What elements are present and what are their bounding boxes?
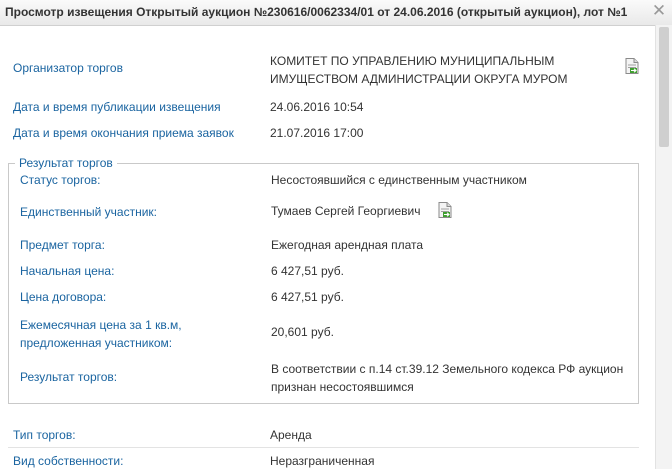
vertical-scrollbar[interactable] [655,25,672,469]
ownership-label: Вид собственности: [13,454,124,468]
scrollbar-thumb[interactable] [659,27,669,147]
notice-content: Организатор торгов КОМИТЕТ ПО УПРАВЛЕНИЮ… [0,25,655,469]
organizer-value-line2: ИМУЩЕСТВОМ АДМИНИСТРАЦИИ ОКРУГА МУРОМ [270,72,568,86]
deadline-label: Дата и время окончания приема заявок [13,126,234,140]
participant-value: Тумаев Сергей Георгиевич [271,204,421,218]
monthly-price-value: 20,601 руб. [271,325,334,339]
result-label: Результат торгов: [20,370,118,384]
deadline-value: 21.07.2016 17:00 [270,126,364,140]
auction-type-label: Тип торгов: [13,428,76,442]
auction-type-value: Аренда [270,428,312,442]
result-value: В соответствии с п.14 ст.39.12 Земельног… [271,360,623,396]
subject-value: Ежегодная арендная плата [271,238,424,252]
row-separator [8,447,639,448]
publication-label: Дата и время публикации извещения [13,100,221,114]
window-titlebar: Просмотр извещения Открытый аукцион №230… [0,0,672,26]
window-title: Просмотр извещения Открытый аукцион №230… [5,5,628,19]
organizer-label: Организатор торгов [13,61,123,75]
organizer-value-line1: КОМИТЕТ ПО УПРАВЛЕНИЮ МУНИЦИПАЛЬНЫМ [270,54,555,68]
initial-price-label: Начальная цена: [20,264,115,278]
organizer-value: КОМИТЕТ ПО УПРАВЛЕНИЮ МУНИЦИПАЛЬНЫМ ИМУЩ… [270,52,567,88]
status-label: Статус торгов: [20,173,101,187]
monthly-price-label-line1: Ежемесячная цена за 1 кв.м, [20,318,182,332]
result-value-line2: признан несостоявшимся [271,380,414,394]
subject-label: Предмет торга: [20,238,105,252]
initial-price-value: 6 427,51 руб. [271,264,344,278]
contract-price-label: Цена договора: [20,290,107,304]
contract-price-value: 6 427,51 руб. [271,290,344,304]
status-value: Несостоявшийся с единственным участником [271,173,527,187]
ownership-value: Неразграниченная [270,454,375,468]
result-value-line1: В соответствии с п.14 ст.39.12 Земельног… [271,362,624,376]
monthly-price-label: Ежемесячная цена за 1 кв.м, предложенная… [20,316,182,352]
close-icon[interactable]: ✕ [651,2,667,19]
result-legend: Результат торгов [19,156,113,170]
participant-document-icon[interactable] [438,202,452,218]
participant-label: Единственный участник: [20,205,157,219]
monthly-price-label-line2: предложенная участником: [20,336,173,350]
publication-value: 24.06.2016 10:54 [270,100,364,114]
document-icon[interactable] [625,58,639,74]
